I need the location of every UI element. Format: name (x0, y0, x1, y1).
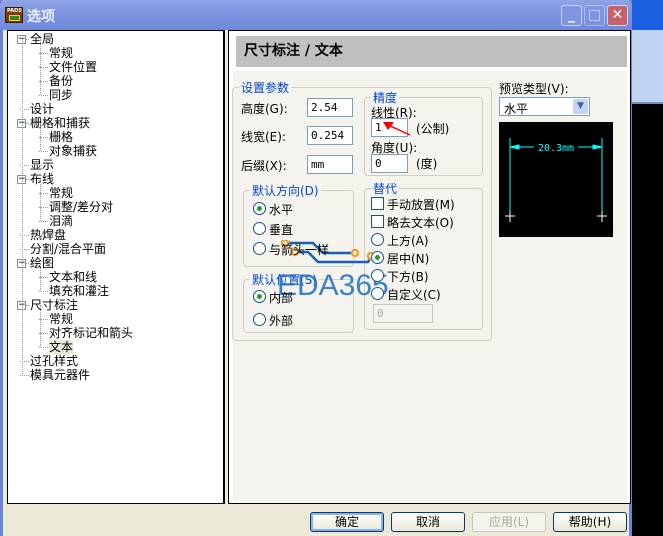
position-legend: 默认位置(S) (252, 273, 317, 287)
tree-item[interactable]: 备份 (49, 74, 73, 88)
omit-text-label: 略去文本(O) (387, 216, 454, 230)
chevron-down-icon[interactable]: ▼ (573, 99, 588, 114)
tree-item[interactable]: 泪滴 (49, 214, 73, 228)
tree-item[interactable]: 同步 (49, 88, 73, 102)
omit-text-checkbox[interactable] (371, 215, 384, 228)
tree-item[interactable]: 文本和线 (49, 270, 97, 284)
custom-offset-input: 0 (373, 304, 433, 323)
radio-button[interactable] (371, 233, 384, 246)
help-button[interactable]: 帮助(H) (553, 512, 627, 532)
radio-label: 自定义(C) (387, 288, 441, 302)
radio-button[interactable] (253, 290, 266, 303)
tree-item[interactable]: 填充和灌注 (49, 284, 109, 298)
tree-item[interactable]: 文件位置 (49, 60, 97, 74)
radio-label: 下方(B) (387, 270, 429, 284)
close-button[interactable]: ✕ (607, 5, 628, 26)
radio-label: 水平 (269, 203, 294, 217)
radio-button[interactable] (253, 202, 266, 215)
background-window (630, 30, 663, 104)
height-input[interactable]: 2.54 (307, 98, 353, 117)
radio-label: 外部 (269, 314, 294, 328)
tree-item[interactable]: 文本 (49, 340, 74, 354)
tree-item[interactable]: 设计 (30, 102, 54, 116)
radio-button[interactable] (371, 287, 384, 300)
tree-item[interactable]: 常规 (49, 46, 73, 60)
tree-item[interactable]: 过孔样式 (30, 354, 78, 368)
maximize-button: □ (584, 5, 605, 26)
preview-type-label: 预览类型(V): (499, 82, 569, 96)
radio-label: 居中(N) (387, 252, 430, 266)
minimize-button[interactable]: _ (561, 5, 582, 26)
angle-precision-input[interactable]: 0 (371, 154, 408, 173)
preview-type-value: 水平 (504, 102, 529, 116)
radio-button[interactable] (253, 313, 266, 326)
tree-item[interactable]: 布线 (30, 172, 54, 186)
options-dialog: PADS 选项 _ □ ✕ 全局 − 常规 文件位置 备份 同步 设计 栅格和捕获 − 栅格 对象捕… (0, 0, 632, 536)
radio-button[interactable] (371, 251, 384, 264)
tree-item[interactable]: 热焊盘 (30, 228, 66, 242)
manual-placement-label: 手动放置(M) (387, 198, 455, 212)
red-arrow-annotation (383, 122, 411, 136)
options-tree[interactable]: 全局 − 常规 文件位置 备份 同步 设计 栅格和捕获 − 栅格 对象捕获 显示 布线 − 常规 调整/差分对… (7, 30, 225, 504)
orientation-legend: 默认方向(D) (252, 184, 319, 198)
tree-item[interactable]: 栅格 (49, 130, 73, 144)
dimension-preview: 20.3mm (499, 122, 613, 237)
suffix-label: 后缀(X): (241, 159, 287, 173)
panel-header: 尺寸标注 / 文本 (236, 36, 627, 67)
tree-item[interactable]: 模具元器件 (30, 368, 90, 382)
tree-item[interactable]: 显示 (30, 158, 54, 172)
radio-label: 上方(A) (387, 234, 429, 248)
tree-item[interactable]: 对齐标记和箭头 (49, 326, 133, 340)
tree-item[interactable]: 对象捕获 (49, 144, 97, 158)
radio-button[interactable] (253, 242, 266, 255)
tree-item[interactable]: 常规 (49, 186, 73, 200)
settings-legend: 设置参数 (241, 81, 290, 95)
width-label: 线宽(E): (241, 130, 286, 144)
radio-button[interactable] (253, 222, 266, 235)
preview-type-select[interactable]: 水平 ▼ (499, 97, 590, 116)
tree-item[interactable]: 尺寸标注 (30, 298, 78, 312)
cancel-button[interactable]: 取消 (391, 512, 465, 532)
tree-item[interactable]: 绘图 (30, 256, 54, 270)
radio-label: 与箭头一样 (269, 243, 330, 257)
radio-button[interactable] (371, 269, 384, 282)
title-bar[interactable]: PADS 选项 _ □ ✕ (0, 0, 632, 30)
radio-label: 垂直 (269, 223, 294, 237)
preview-dimension-text: 20.3mm (538, 143, 574, 154)
window-title: 选项 (27, 9, 55, 25)
suffix-input[interactable]: mm (307, 155, 353, 174)
override-legend: 替代 (373, 182, 398, 196)
radio-label: 内部 (269, 291, 294, 305)
tree-item[interactable]: 栅格和捕获 (30, 116, 90, 130)
linear-unit: (公制) (416, 122, 450, 136)
pads-app-icon: PADS (5, 7, 23, 23)
tree-item[interactable]: 调整/差分对 (49, 200, 113, 214)
tree-item[interactable]: 分割/混合平面 (30, 242, 106, 256)
background-window-title (630, 0, 663, 30)
angle-unit: (度) (416, 157, 438, 171)
ok-button[interactable]: 确定 (310, 512, 384, 532)
manual-placement-checkbox[interactable] (371, 197, 384, 210)
width-input[interactable]: 0.254 (307, 126, 353, 145)
tree-item[interactable]: 常规 (49, 312, 73, 326)
tree-item[interactable]: 全局 (30, 32, 54, 46)
apply-button: 应用(L) (472, 512, 546, 532)
height-label: 高度(G): (241, 102, 288, 116)
